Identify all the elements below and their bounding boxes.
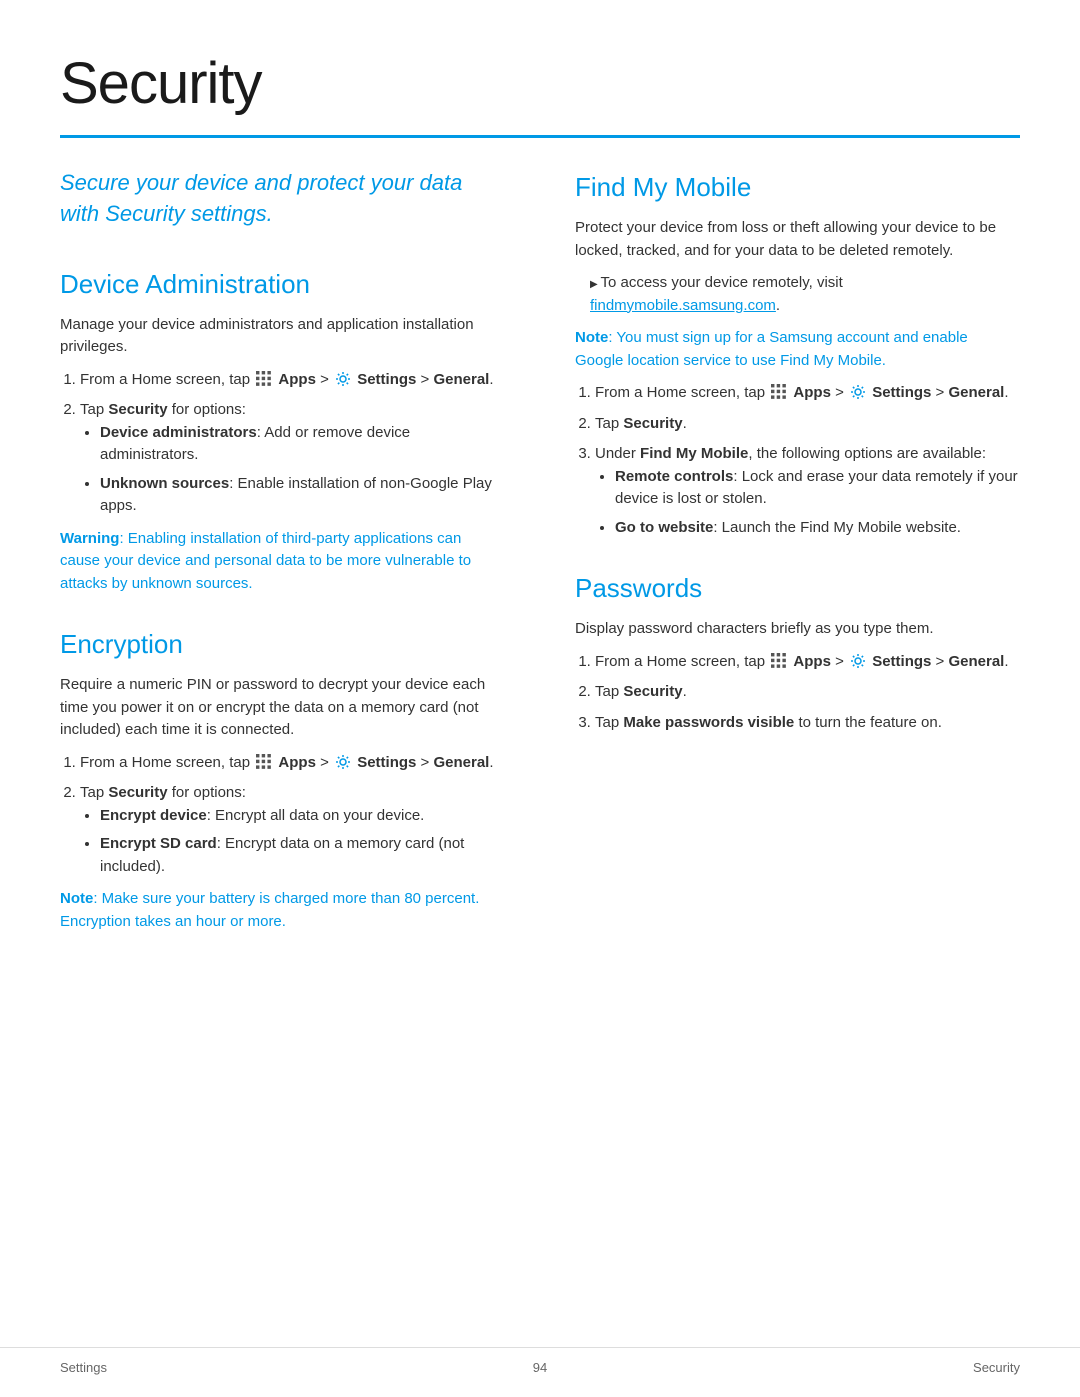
findmymobile-link[interactable]: findmymobile.samsung.com (590, 297, 776, 314)
two-column-layout: Secure your device and protect your data… (60, 168, 1020, 943)
encryption-subbullets: Encrypt device: Encrypt all data on your… (80, 805, 505, 879)
encryption-bullet-2: Encrypt SD card: Encrypt data on a memor… (100, 833, 505, 878)
apps-label-4: Apps (793, 653, 831, 670)
security-label-3: Security (623, 415, 682, 432)
settings-gear-icon-3 (850, 384, 866, 400)
right-column: Find My Mobile Protect your device from … (565, 168, 1020, 943)
footer-right: Security (973, 1358, 1020, 1378)
page-container: Security Secure your device and protect … (0, 0, 1080, 1003)
find-my-mobile-note: Note: You must sign up for a Samsung acc… (575, 327, 1020, 372)
passwords-description: Display password characters briefly as y… (575, 618, 1020, 641)
page-footer: Settings 94 Security (0, 1347, 1080, 1378)
encryption-steps: From a Home screen, tap (60, 752, 505, 879)
find-my-mobile-step-3: Under Find My Mobile, the following opti… (595, 443, 1020, 539)
encryption-step-1: From a Home screen, tap (80, 752, 505, 775)
apps-grid-icon-4 (771, 653, 787, 669)
find-my-mobile-step-1: From a Home screen, tap (595, 382, 1020, 405)
note-label-1: Note (60, 890, 93, 907)
find-my-mobile-label: Find My Mobile (640, 445, 748, 462)
apps-label: Apps (278, 371, 316, 388)
apps-label-3: Apps (793, 384, 831, 401)
settings-gear-icon-1 (335, 371, 351, 387)
device-admin-bullet-2: Unknown sources: Enable installation of … (100, 473, 505, 518)
device-admin-step-2: Tap Security for options: Device adminis… (80, 399, 505, 518)
encryption-bullet-1: Encrypt device: Encrypt all data on your… (100, 805, 505, 828)
settings-label-1: Settings (357, 371, 416, 388)
passwords-step-1: From a Home screen, tap (595, 651, 1020, 674)
find-my-mobile-steps: From a Home screen, tap (575, 382, 1020, 539)
section-title-find-my-mobile: Find My Mobile (575, 168, 1020, 207)
section-title-encryption: Encryption (60, 625, 505, 664)
device-admin-subbullets: Device administrators: Add or remove dev… (80, 422, 505, 518)
find-my-mobile-arrow-bullets: To access your device remotely, visit fi… (575, 272, 1020, 317)
left-column: Secure your device and protect your data… (60, 168, 515, 943)
device-admin-steps: From a Home screen, tap (60, 369, 505, 518)
apps-grid-icon-2 (256, 754, 272, 770)
find-my-mobile-subbullets: Remote controls: Lock and erase your dat… (595, 466, 1020, 540)
find-my-mobile-bullet-2: Go to website: Launch the Find My Mobile… (615, 517, 1020, 540)
encryption-description: Require a numeric PIN or password to dec… (60, 674, 505, 742)
device-admin-description: Manage your device administrators and ap… (60, 314, 505, 359)
settings-gear-icon-4 (850, 653, 866, 669)
page-title: Security (60, 40, 1020, 127)
encryption-note: Note: Make sure your battery is charged … (60, 888, 505, 933)
note-label-2: Note (575, 329, 608, 346)
general-label-2: General (433, 754, 489, 771)
section-title-passwords: Passwords (575, 569, 1020, 608)
section-title-device-administration: Device Administration (60, 265, 505, 304)
page-number: 94 (107, 1358, 973, 1378)
general-label-1: General (433, 371, 489, 388)
passwords-steps: From a Home screen, tap (575, 651, 1020, 735)
find-my-mobile-step-2: Tap Security. (595, 413, 1020, 436)
device-admin-bullet-1: Device administrators: Add or remove dev… (100, 422, 505, 467)
security-label-1: Security (108, 401, 167, 418)
find-my-mobile-arrow-item: To access your device remotely, visit fi… (590, 272, 1020, 317)
apps-grid-icon (256, 371, 272, 387)
apps-grid-icon-3 (771, 384, 787, 400)
footer-left: Settings (60, 1358, 107, 1378)
passwords-step-3: Tap Make passwords visible to turn the f… (595, 712, 1020, 735)
general-label-4: General (948, 653, 1004, 670)
intro-text: Secure your device and protect your data… (60, 168, 505, 230)
title-divider (60, 135, 1020, 138)
settings-gear-icon-2 (335, 754, 351, 770)
settings-label-3: Settings (872, 384, 931, 401)
passwords-step-2: Tap Security. (595, 681, 1020, 704)
warning-label: Warning (60, 530, 119, 547)
encryption-step-2: Tap Security for options: Encrypt device… (80, 782, 505, 878)
settings-label-4: Settings (872, 653, 931, 670)
security-label-4: Security (623, 683, 682, 700)
make-passwords-visible-label: Make passwords visible (623, 714, 794, 731)
find-my-mobile-bullet-1: Remote controls: Lock and erase your dat… (615, 466, 1020, 511)
settings-label-2: Settings (357, 754, 416, 771)
general-label-3: General (948, 384, 1004, 401)
security-label-2: Security (108, 784, 167, 801)
apps-label-2: Apps (278, 754, 316, 771)
find-my-mobile-description: Protect your device from loss or theft a… (575, 217, 1020, 262)
device-admin-warning: Warning: Enabling installation of third-… (60, 528, 505, 596)
device-admin-step-1: From a Home screen, tap (80, 369, 505, 392)
